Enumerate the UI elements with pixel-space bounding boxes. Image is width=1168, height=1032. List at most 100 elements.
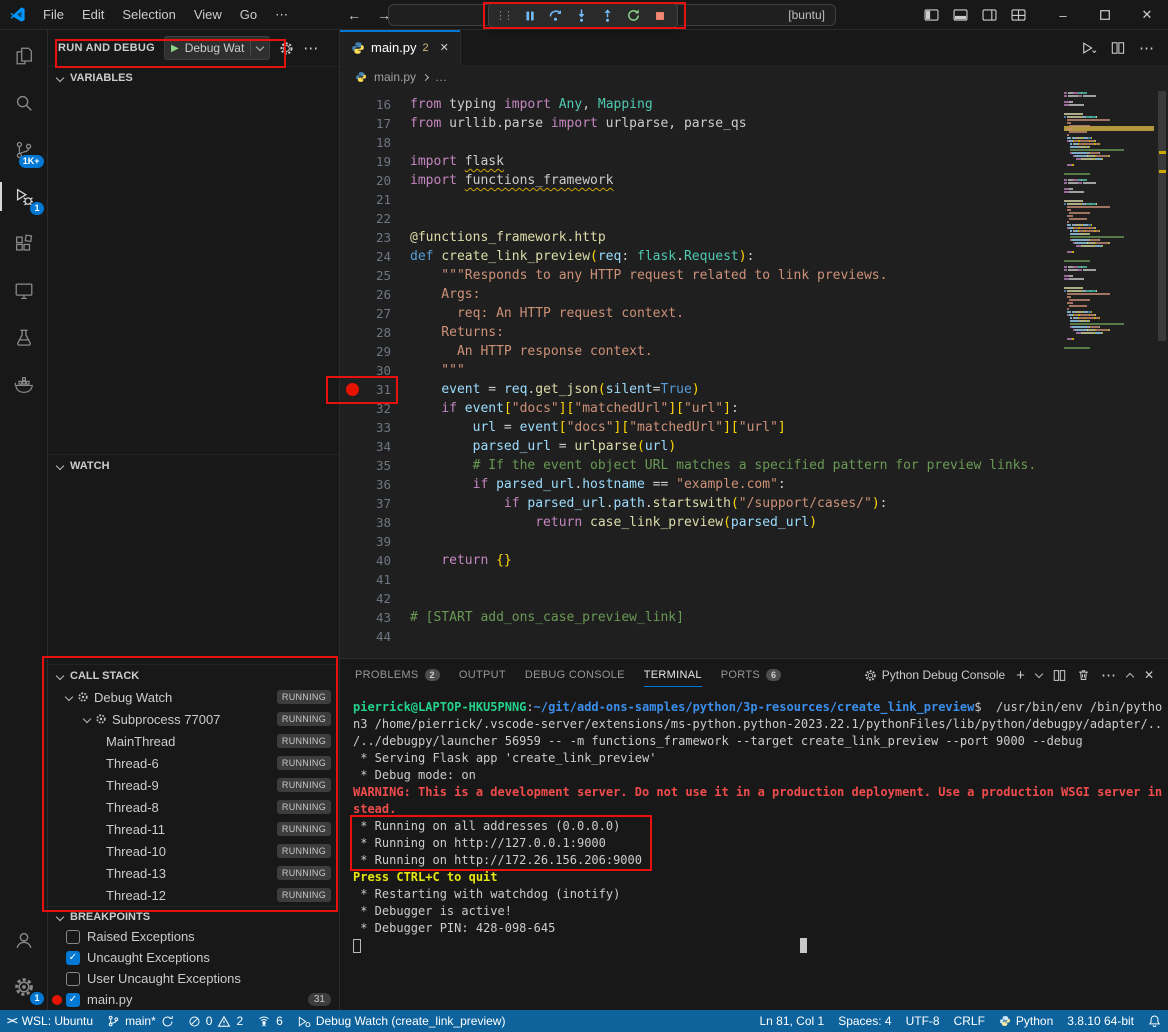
line-number[interactable]: 29 — [364, 344, 410, 359]
tab-close-icon[interactable]: ✕ — [440, 41, 449, 54]
debug-config-dropdown[interactable]: ▶ Debug Wat — [164, 36, 270, 60]
breakpoint-checkbox[interactable] — [66, 972, 80, 986]
restart-button[interactable] — [622, 5, 645, 26]
menu-selection[interactable]: Selection — [113, 0, 184, 30]
activity-extensions[interactable] — [0, 220, 48, 267]
close-window-button[interactable]: ✕ — [1126, 0, 1168, 30]
close-panel-icon[interactable]: ✕ — [1144, 668, 1154, 682]
breakpoint-row-raised-exceptions[interactable]: Raised Exceptions — [48, 926, 339, 947]
code-area[interactable]: from typing import Any, Mappingfrom urll… — [410, 89, 1168, 658]
line-number[interactable]: 44 — [364, 629, 410, 644]
code-line-34[interactable]: parsed_url = urlparse(url) — [410, 437, 1168, 456]
new-terminal-icon[interactable]: + — [1016, 667, 1025, 684]
code-line-24[interactable]: def create_link_preview(req: flask.Reque… — [410, 247, 1168, 266]
line-number[interactable]: 26 — [364, 287, 410, 302]
call-stack-row-mainthread[interactable]: MainThreadRUNNING — [48, 730, 339, 752]
menu-file[interactable]: File — [34, 0, 73, 30]
call-stack-row-debug-watch[interactable]: Debug WatchRUNNING — [48, 686, 339, 708]
call-stack-row-thread-6[interactable]: Thread-6RUNNING — [48, 752, 339, 774]
panel-tab-debug-console[interactable]: DEBUG CONSOLE — [525, 659, 625, 691]
call-stack-row-thread-10[interactable]: Thread-10RUNNING — [48, 840, 339, 862]
code-line-28[interactable]: Returns: — [410, 323, 1168, 342]
debug-settings-gear-icon[interactable] — [279, 41, 294, 56]
section-breakpoints[interactable]: BREAKPOINTS — [48, 906, 339, 926]
toggle-sidebar-icon[interactable] — [924, 9, 939, 21]
line-number[interactable]: 43 — [364, 610, 410, 625]
code-line-20[interactable]: import functions_framework — [410, 171, 1168, 190]
line-number[interactable]: 23 — [364, 230, 410, 245]
line-number[interactable]: 22 — [364, 211, 410, 226]
line-number[interactable]: 30 — [364, 363, 410, 378]
problems-item[interactable]: 0 2 — [181, 1010, 250, 1032]
views-more-actions-icon[interactable]: ⋯ — [303, 39, 318, 57]
code-line-41[interactable] — [410, 570, 1168, 589]
maximize-panel-icon[interactable] — [1126, 672, 1134, 680]
line-number[interactable]: 35 — [364, 458, 410, 473]
scrollbar-thumb[interactable] — [1158, 91, 1166, 341]
minimize-button[interactable]: – — [1042, 0, 1084, 30]
editor-scrollbar[interactable] — [1156, 89, 1168, 658]
breakpoint-checkbox[interactable]: ✓ — [66, 993, 80, 1007]
call-stack-row-thread-9[interactable]: Thread-9RUNNING — [48, 774, 339, 796]
code-line-32[interactable]: if event["docs"]["matchedUrl"]["url"]: — [410, 399, 1168, 418]
code-line-22[interactable] — [410, 209, 1168, 228]
breadcrumb[interactable]: main.py … — [340, 65, 1168, 89]
breadcrumb-file[interactable]: main.py — [374, 70, 416, 84]
code-line-29[interactable]: An HTTP response context. — [410, 342, 1168, 361]
pause-button[interactable] — [518, 5, 541, 26]
encoding[interactable]: UTF-8 — [899, 1010, 947, 1032]
step-into-button[interactable] — [570, 5, 593, 26]
accounts-button[interactable] — [0, 916, 48, 963]
line-number[interactable]: 34 — [364, 439, 410, 454]
code-line-40[interactable]: return {} — [410, 551, 1168, 570]
drag-handle-icon[interactable]: ⋮⋮ — [495, 9, 511, 22]
code-line-39[interactable] — [410, 532, 1168, 551]
chevron-down-icon[interactable] — [83, 715, 91, 723]
step-out-button[interactable] — [596, 5, 619, 26]
breakpoint-row-user-uncaught-exceptions[interactable]: User Uncaught Exceptions — [48, 968, 339, 989]
line-number[interactable]: 37 — [364, 496, 410, 511]
panel-more-actions-icon[interactable]: ⋯ — [1101, 666, 1116, 684]
line-number[interactable]: 16 — [364, 97, 410, 112]
interpreter-version[interactable]: 3.8.10 64-bit — [1060, 1010, 1141, 1032]
line-number[interactable]: 17 — [364, 116, 410, 131]
line-number[interactable]: 21 — [364, 192, 410, 207]
line-number[interactable]: 25 — [364, 268, 410, 283]
line-number[interactable]: 39 — [364, 534, 410, 549]
run-python-file-icon[interactable] — [1081, 41, 1097, 55]
menu-x[interactable]: ⋯ — [266, 0, 297, 30]
breakpoint-row-main-py[interactable]: ✓main.py31 — [48, 989, 339, 1010]
code-line-19[interactable]: import flask — [410, 152, 1168, 171]
menu-go[interactable]: Go — [231, 0, 266, 30]
ports-item[interactable]: 6 — [250, 1010, 290, 1032]
line-number[interactable]: 31 — [364, 382, 410, 397]
indentation[interactable]: Spaces: 4 — [831, 1010, 898, 1032]
line-number[interactable]: 19 — [364, 154, 410, 169]
code-line-36[interactable]: if parsed_url.hostname == "example.com": — [410, 475, 1168, 494]
line-number[interactable]: 32 — [364, 401, 410, 416]
back-arrow-icon[interactable]: ← — [347, 7, 361, 23]
step-over-button[interactable] — [544, 5, 567, 26]
terminal-output[interactable]: pierrick@LAPTOP-HKU5PNNG:~/git/add-ons-s… — [340, 691, 1168, 1010]
code-line-38[interactable]: return case_link_preview(parsed_url) — [410, 513, 1168, 532]
eol-sequence[interactable]: CRLF — [947, 1010, 992, 1032]
line-number[interactable]: 33 — [364, 420, 410, 435]
start-debug-icon[interactable]: ▶ — [171, 43, 179, 54]
settings-button[interactable]: 1 — [0, 963, 48, 1010]
gutter-glyph[interactable] — [340, 383, 364, 396]
panel-tab-terminal[interactable]: TERMINAL — [644, 659, 702, 691]
code-line-33[interactable]: url = event["docs"]["matchedUrl"]["url"] — [410, 418, 1168, 437]
toggle-panel-icon[interactable] — [953, 9, 968, 21]
tab-main-py[interactable]: main.py 2 ✕ — [340, 30, 461, 65]
menu-edit[interactable]: Edit — [73, 0, 113, 30]
activity-search[interactable] — [0, 79, 48, 126]
toggle-secondary-sidebar-icon[interactable] — [982, 9, 997, 21]
line-number[interactable]: 38 — [364, 515, 410, 530]
line-number[interactable]: 40 — [364, 553, 410, 568]
activity-remote-explorer[interactable] — [0, 267, 48, 314]
menu-view[interactable]: View — [185, 0, 231, 30]
breadcrumb-symbol[interactable]: … — [435, 70, 447, 84]
line-number[interactable]: 28 — [364, 325, 410, 340]
code-line-43[interactable]: # [START add_ons_case_preview_link] — [410, 608, 1168, 627]
chevron-down-icon[interactable] — [65, 693, 73, 701]
